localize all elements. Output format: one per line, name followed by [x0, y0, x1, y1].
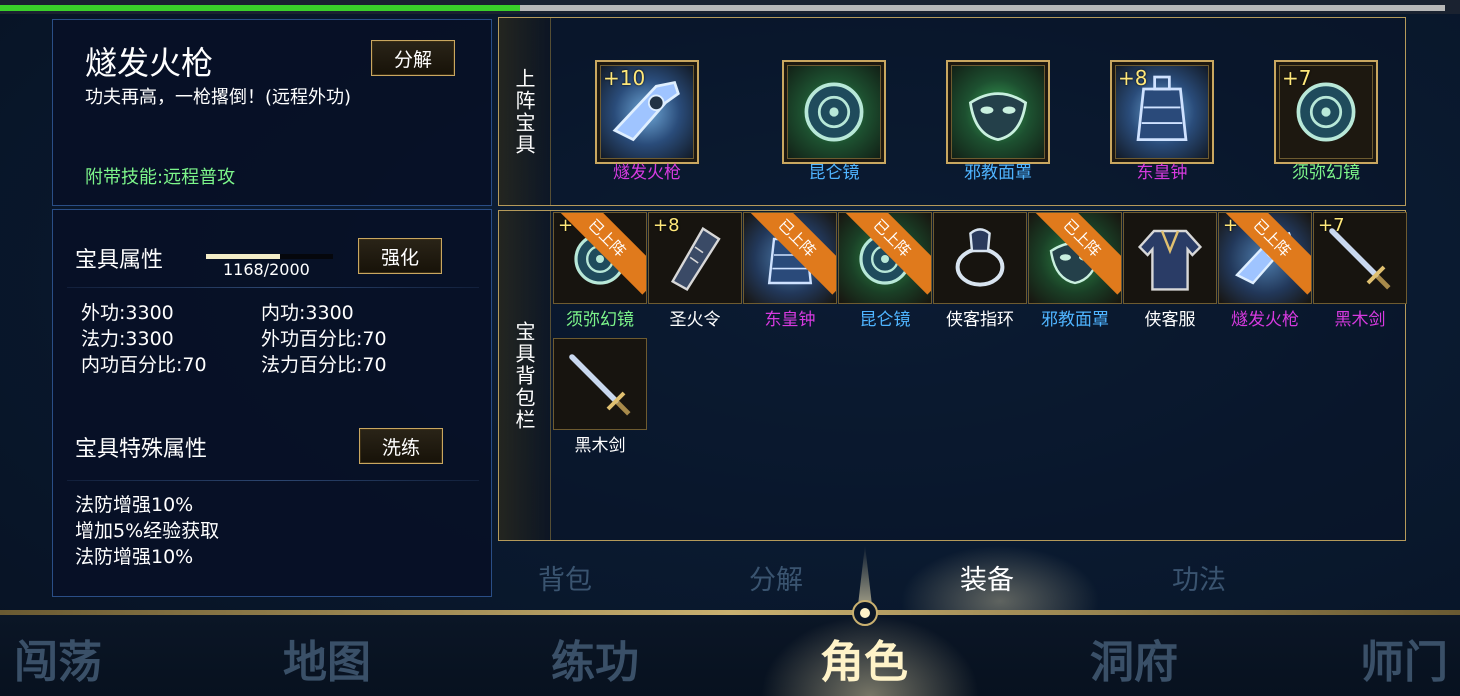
equipped-item-name: 邪教面罩: [964, 163, 1032, 183]
item-detail-panel: 燧发火枪 功夫再高，一枪撂倒！(远程外功) 附带技能:远程普攻 分解: [52, 19, 492, 206]
equipped-item-name: 燧发火枪: [613, 163, 681, 183]
attr-inner-percent: 内功百分比:70: [81, 354, 207, 376]
equipped-slot[interactable]: +8: [1110, 60, 1214, 164]
equipped-item-name: 东皇钟: [1136, 163, 1188, 183]
special-attr: 增加5%经验获取: [75, 520, 220, 542]
bag-item-name: 黑木剑: [574, 436, 626, 456]
exp-bar: [206, 254, 333, 259]
equipped-item-name: 须弥幻镜: [1292, 163, 1360, 183]
equipped-side-label: 上阵宝具: [499, 18, 551, 205]
tab-equipment[interactable]: 装备: [960, 558, 1014, 597]
bottom-nav: [0, 615, 1460, 696]
tab-decompose[interactable]: 分解: [749, 558, 803, 597]
bag-slot[interactable]: [1123, 212, 1217, 304]
item-name: 燧发火枪: [85, 44, 214, 82]
enhance-level: +: [1223, 215, 1239, 236]
robe-icon: [1130, 219, 1210, 299]
bag-slot[interactable]: 已上阵: [838, 212, 932, 304]
bag-slot[interactable]: +8: [648, 212, 742, 304]
stats-panel: 宝具属性 1168/2000 强化 外功:3300 内功:3300 法力:330…: [52, 209, 492, 597]
enhance-level: +8: [653, 215, 680, 236]
equipped-slot[interactable]: [946, 60, 1050, 164]
divider: [67, 480, 479, 481]
top-progress-fill: [0, 5, 521, 11]
mask-icon: [951, 65, 1045, 159]
mirror-icon: [787, 65, 881, 159]
tab-backpack[interactable]: 背包: [538, 558, 592, 597]
enhance-level: +7: [1282, 66, 1312, 90]
refine-button[interactable]: 洗练: [359, 428, 443, 464]
bag-slot[interactable]: [933, 212, 1027, 304]
equipped-slot[interactable]: +10: [595, 60, 699, 164]
decompose-button[interactable]: 分解: [371, 40, 455, 76]
attr-outer-percent: 外功百分比:70: [261, 328, 387, 350]
equipped-slot[interactable]: [782, 60, 886, 164]
enhance-level: +8: [1118, 66, 1148, 90]
nav-wander[interactable]: 闯荡: [14, 626, 102, 690]
attr-outer-power: 外功:3300: [81, 302, 174, 324]
divider: [67, 287, 479, 288]
bag-slot[interactable]: + 已上阵: [553, 212, 647, 304]
bag-slot[interactable]: + 已上阵: [1218, 212, 1312, 304]
item-description: 功夫再高，一枪撂倒！(远程外功): [85, 87, 352, 108]
bag-side-label: 宝具背包栏: [499, 211, 551, 540]
exp-bar-fill: [206, 254, 281, 259]
special-title: 宝具特殊属性: [75, 437, 208, 462]
stats-title: 宝具属性: [75, 248, 164, 273]
equipped-item-name: 昆仑镜: [808, 163, 860, 183]
bag-panel: 宝具背包栏 + 已上阵 须弥幻镜 +8 圣火令 已上阵 东皇钟 已上阵 昆仑镜 侠客指环 已上阵 邪教…: [498, 210, 1407, 541]
equipped-slot[interactable]: +7: [1274, 60, 1378, 164]
bag-slot[interactable]: [553, 338, 647, 430]
nav-light-spike: [858, 545, 872, 605]
attr-mana-percent: 法力百分比:70: [261, 354, 387, 376]
strengthen-button[interactable]: 强化: [358, 238, 442, 274]
attr-mana: 法力:3300: [81, 328, 174, 350]
attr-inner-power: 内功:3300: [261, 302, 354, 324]
bag-slot[interactable]: 已上阵: [1028, 212, 1122, 304]
equipped-panel: 上阵宝具 +10 燧发火枪 昆仑镜 邪教面罩 +8 东皇钟 +7 须弥幻镜: [498, 17, 1406, 206]
nav-cave[interactable]: 洞府: [1090, 626, 1178, 690]
nav-map[interactable]: 地图: [283, 626, 371, 690]
enhance-level: +7: [1318, 215, 1345, 236]
top-progress-bar: [0, 0, 1460, 14]
exp-text: 1168/2000: [223, 260, 310, 279]
enhance-level: +10: [603, 66, 646, 90]
bag-item-name: 黑木剑: [1334, 310, 1386, 330]
bag-slot[interactable]: 已上阵: [743, 212, 837, 304]
nav-sect[interactable]: 师门: [1360, 626, 1448, 690]
ring-icon: [940, 219, 1020, 299]
special-attr: 法防增强10%: [75, 546, 194, 568]
nav-character[interactable]: 角色: [820, 626, 908, 690]
enhance-level: +: [558, 215, 574, 236]
special-attr: 法防增强10%: [75, 494, 194, 516]
bag-slot[interactable]: +7: [1313, 212, 1407, 304]
nav-orb-icon: [852, 600, 878, 626]
tab-skills[interactable]: 功法: [1172, 558, 1226, 597]
nav-training[interactable]: 练功: [551, 626, 639, 690]
sword-icon: [560, 345, 640, 425]
item-skill: 附带技能:远程普攻: [85, 167, 236, 188]
